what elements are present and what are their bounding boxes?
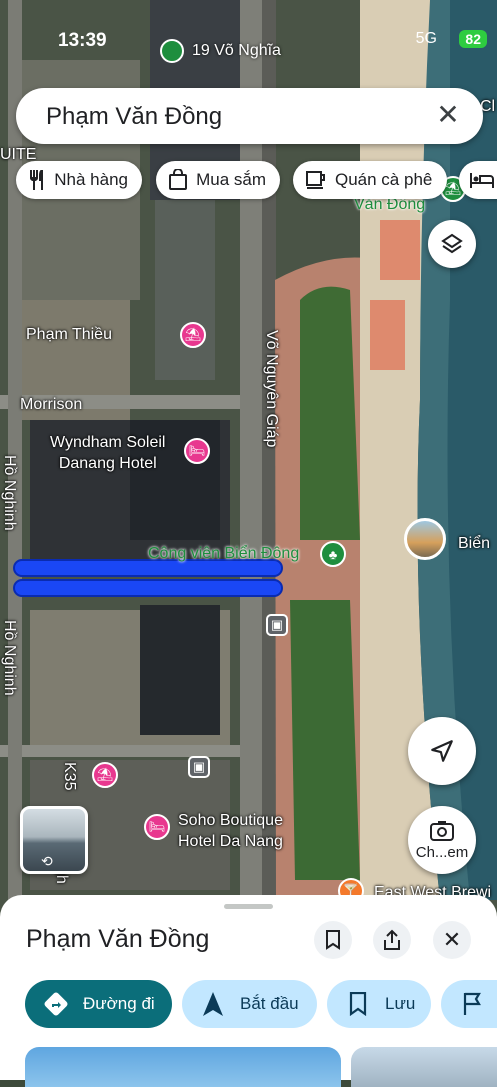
category-chip-restaurants[interactable]: Nhà hàng	[16, 161, 142, 199]
start-label: Bắt đầu	[240, 994, 299, 1013]
layers-button[interactable]	[428, 220, 476, 268]
map-label-ho-nghinh-upper: Hồ Nghinh	[1, 455, 18, 531]
bus-stop-icon[interactable]: ▣	[188, 756, 210, 778]
search-bar[interactable]: Phạm Văn Đồng ✕	[16, 88, 483, 144]
network-indicator: 5G	[415, 30, 437, 47]
share-icon	[384, 929, 400, 950]
park-pin-icon[interactable]: ♣	[320, 541, 346, 567]
map-label-soho: Soho Boutique Hotel Da Nang	[178, 812, 283, 850]
map-label-vo-nguyen-giap: Võ Nguyên Giáp	[263, 330, 280, 448]
lens-button[interactable]: Ch...em	[408, 806, 476, 874]
map-label-bien: Biển	[458, 535, 491, 552]
route-segment-lower	[13, 579, 283, 597]
status-time: 13:39	[58, 30, 107, 51]
save-button[interactable]: Lưu	[327, 980, 431, 1028]
navigation-icon	[160, 39, 184, 63]
navigation-arrow-icon	[431, 740, 453, 762]
hotel-pin-icon[interactable]: 🛏	[144, 814, 170, 840]
save-bookmark-button[interactable]	[314, 921, 352, 959]
map-label-k35: K35	[61, 762, 78, 791]
fork-knife-icon	[26, 169, 48, 191]
street-view-thumbnail[interactable]: ⟲	[20, 806, 88, 874]
directions-icon	[39, 990, 73, 1018]
my-location-button[interactable]	[408, 717, 476, 785]
rotate-360-icon: ⟲	[41, 853, 53, 869]
drag-handle[interactable]	[224, 904, 273, 909]
bookmark-icon	[341, 992, 375, 1016]
place-title: Phạm Văn Đồng	[26, 925, 210, 953]
shopping-bag-icon	[166, 169, 190, 191]
place-photo-2[interactable]	[351, 1047, 497, 1087]
category-chip-shopping[interactable]: Mua sắm	[156, 161, 280, 199]
navigation-arrow-icon	[196, 991, 230, 1017]
flag-button[interactable]	[441, 980, 497, 1028]
hotel-pin-icon[interactable]: 🛏	[184, 438, 210, 464]
navigation-banner[interactable]: 19 Võ Nghĩa	[160, 38, 281, 64]
flag-icon	[455, 992, 489, 1016]
chip-label: Nhà hàng	[54, 170, 128, 189]
start-button[interactable]: Bắt đầu	[182, 980, 317, 1028]
layers-icon	[441, 233, 463, 254]
chip-label: Quán cà phê	[335, 170, 433, 189]
map-label-wyndham: Wyndham Soleil Danang Hotel	[50, 434, 166, 472]
battery-indicator: 82	[459, 30, 487, 48]
place-photo-1[interactable]	[25, 1047, 341, 1087]
share-button[interactable]	[373, 921, 411, 959]
camera-lens-icon	[430, 820, 454, 841]
map-label-ho-nghinh-lower: Hồ Nghinh	[1, 620, 18, 696]
lens-label: Ch...em	[415, 843, 469, 861]
search-query[interactable]: Phạm Văn Đồng	[46, 103, 222, 131]
place-bottom-sheet[interactable]: Phạm Văn Đồng ✕ Đường đi Bắt đầu Lưu	[0, 895, 497, 1087]
map-label-morrison: Morrison	[20, 396, 83, 413]
close-icon: ✕	[442, 927, 462, 952]
category-chip-hotels[interactable]	[459, 161, 497, 199]
directions-label: Đường đi	[83, 994, 155, 1013]
navigation-destination: 19 Võ Nghĩa	[192, 42, 281, 59]
beach-pin-icon[interactable]: ⛱	[92, 762, 118, 788]
chip-label: Mua sắm	[196, 170, 266, 189]
bus-stop-icon[interactable]: ▣	[266, 614, 288, 636]
photo-thumbnail-pin[interactable]	[404, 518, 446, 560]
save-label: Lưu	[385, 994, 416, 1013]
beach-pin-icon[interactable]: ⛱	[180, 322, 206, 348]
close-icon[interactable]: ✕	[433, 100, 463, 130]
map-label-pham-thieu: Phạm Thiều	[26, 326, 112, 343]
bookmark-icon	[326, 930, 340, 950]
coffee-cup-icon	[303, 169, 329, 191]
bed-icon	[469, 169, 495, 191]
map-label-cong-vien-bien-dong: Công viên Biển Đông	[148, 545, 300, 562]
close-sheet-button[interactable]: ✕	[433, 921, 471, 959]
directions-button[interactable]: Đường đi	[25, 980, 172, 1028]
category-chip-cafe[interactable]: Quán cà phê	[293, 161, 447, 199]
